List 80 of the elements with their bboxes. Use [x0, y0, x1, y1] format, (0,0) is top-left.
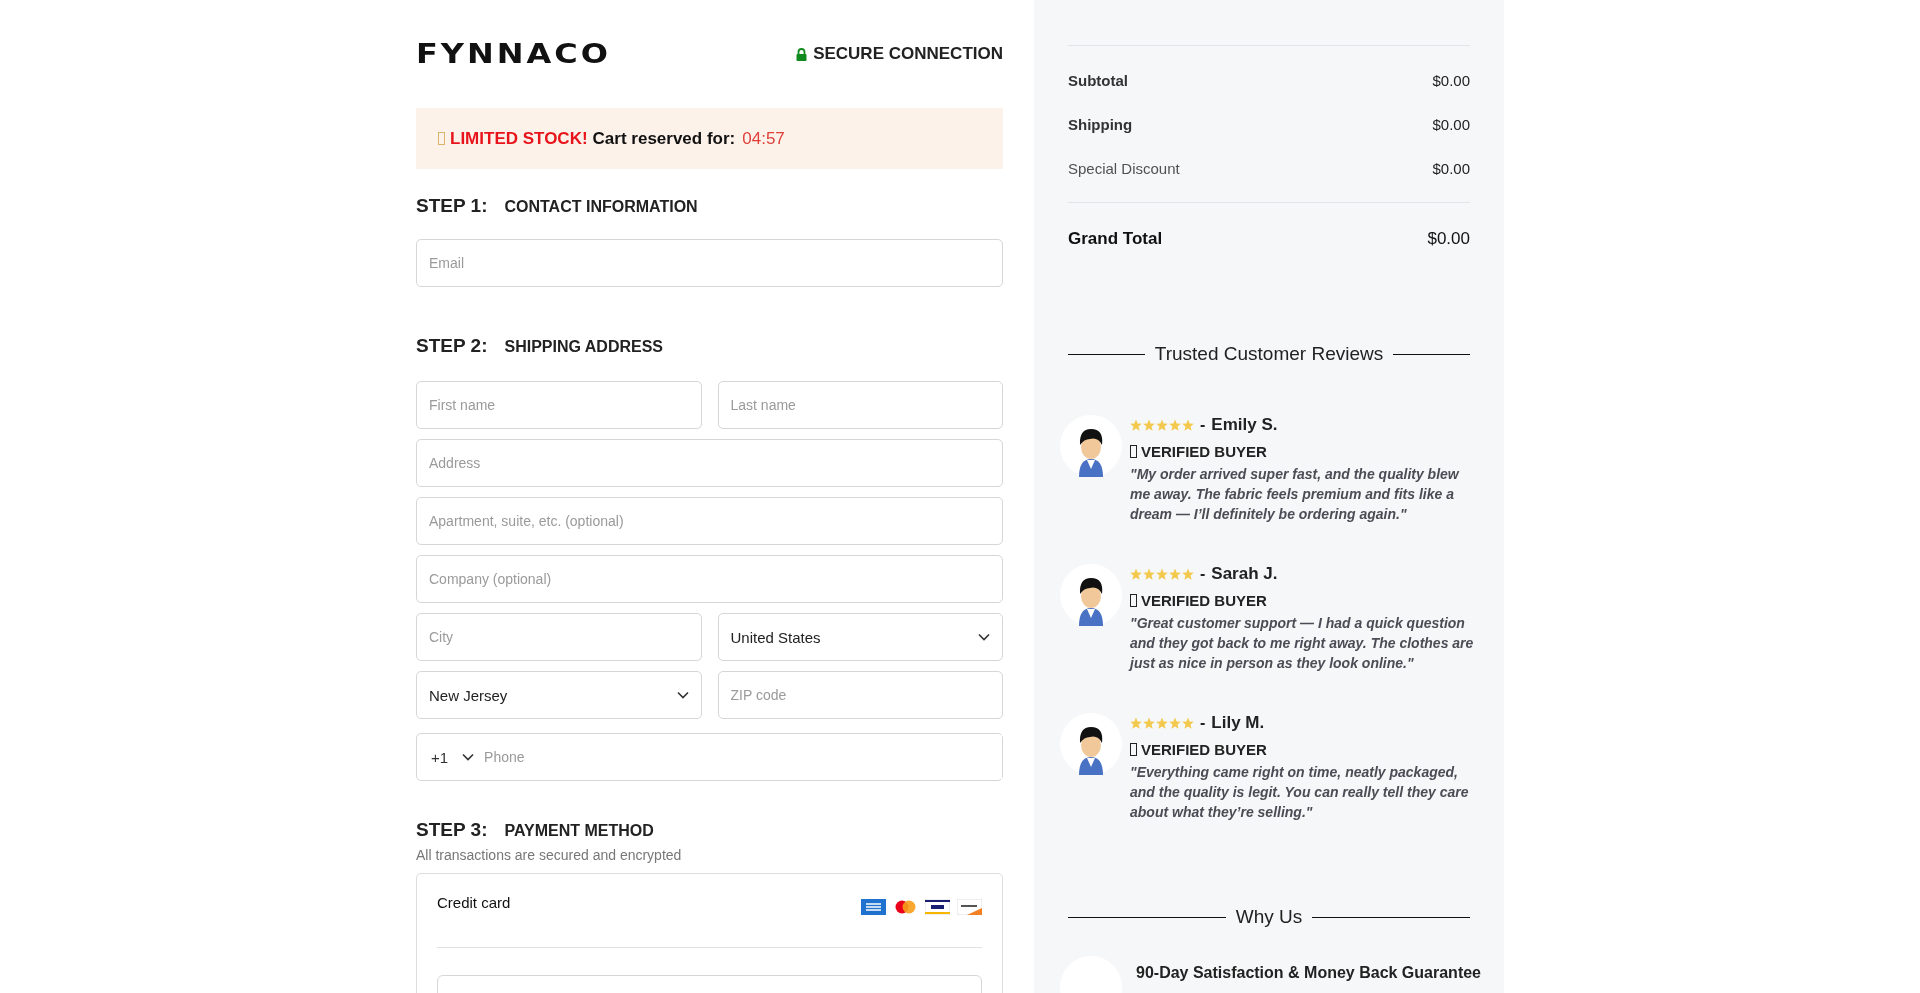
- text-field[interactable]: Address: [416, 439, 1003, 487]
- cart-reserved-label: Cart reserved for:: [592, 128, 736, 149]
- reviews-heading: Trusted Customer Reviews: [1154, 343, 1384, 365]
- text-field[interactable]: Last name: [717, 381, 1003, 429]
- star-icon: [1182, 567, 1194, 581]
- payment-note: All transactions are secured and encrypted: [416, 847, 683, 863]
- text-field[interactable]: Apartment, suite, etc. (optional): [416, 497, 1003, 545]
- step-number: STEP 3:: [416, 819, 488, 841]
- star-icon: [1143, 567, 1155, 581]
- avatar-icon: [1060, 713, 1122, 775]
- payment-method-label: Credit card: [437, 894, 511, 911]
- lock-icon: [796, 47, 808, 61]
- dropdown-value: United States: [730, 628, 821, 646]
- star-icon: [1156, 418, 1168, 432]
- star-icon: [1130, 716, 1142, 730]
- star-icon: [1169, 418, 1181, 432]
- chevron-down-icon: [676, 691, 689, 699]
- amex-card-icon: [861, 899, 886, 915]
- countdown-timer: 04:57: [742, 128, 785, 149]
- summary-label: Special Discount: [1068, 159, 1180, 177]
- text-field[interactable]: First name: [416, 381, 702, 429]
- separator-dash: -: [1200, 565, 1206, 583]
- star-icon: [1156, 567, 1168, 581]
- star-icon: [1143, 716, 1155, 730]
- separator-dash: -: [1200, 714, 1206, 732]
- star-icon: [1130, 567, 1142, 581]
- limited-stock-label: LIMITED STOCK!: [450, 128, 588, 149]
- visa-card-icon: [925, 899, 950, 915]
- glyph-icon: [1130, 743, 1137, 756]
- review-quote: "Great customer support — I had a quick question and they got back to me right away. The clothes are just as nice in person as they look online.": [1130, 614, 1475, 673]
- grand-total-label: Grand Total: [1068, 229, 1163, 249]
- dropdown-select[interactable]: New Jersey: [416, 671, 702, 719]
- avatar-icon: [1060, 564, 1122, 626]
- star-icon: [1156, 716, 1168, 730]
- reviewer-name: Emily S.: [1211, 415, 1278, 435]
- summary-label: Subtotal: [1068, 71, 1128, 89]
- summary-value: $0.00: [1432, 159, 1470, 177]
- summary-label: Shipping: [1068, 115, 1133, 133]
- summary-value: $0.00: [1432, 71, 1470, 89]
- text-field[interactable]: Email: [416, 239, 1003, 287]
- mastercard-icon: [893, 899, 918, 915]
- step-number: STEP 2:: [416, 335, 488, 357]
- glyph-icon: [438, 132, 445, 145]
- star-icon: [1169, 567, 1181, 581]
- avatar-icon: [1060, 415, 1122, 477]
- star-icon: [1182, 418, 1194, 432]
- separator-dash: -: [1200, 416, 1206, 434]
- star-icon: [1143, 418, 1155, 432]
- why-us-heading: Why Us: [1235, 906, 1303, 928]
- dropdown-select[interactable]: United States: [717, 613, 1003, 661]
- summary-value: $0.00: [1432, 115, 1470, 133]
- verified-buyer-label: VERIFIED BUYER: [1141, 741, 1267, 758]
- country-code-select[interactable]: +1: [417, 748, 483, 766]
- glyph-icon: [1130, 594, 1137, 607]
- reviewer-name: Lily M.: [1211, 713, 1265, 733]
- discover-card-icon: [957, 899, 982, 915]
- step-title: PAYMENT METHOD: [504, 822, 654, 840]
- text-field[interactable]: City: [416, 613, 702, 661]
- review-quote: "Everything came right on time, neatly packaged, and the quality is legit. You can really tell they care about what they’re selling.": [1130, 763, 1470, 822]
- verified-buyer-label: VERIFIED BUYER: [1141, 592, 1267, 609]
- step-title: CONTACT INFORMATION: [504, 198, 698, 216]
- secure-connection-label: SECURE CONNECTION: [813, 44, 1003, 64]
- verified-buyer-label: VERIFIED BUYER: [1141, 443, 1267, 460]
- star-icon: [1130, 418, 1142, 432]
- chevron-down-icon: [462, 753, 475, 761]
- star-icon: [1182, 716, 1194, 730]
- glyph-icon: [1130, 445, 1137, 458]
- step-title: SHIPPING ADDRESS: [504, 338, 663, 356]
- brand-logo: FYNNACO: [416, 37, 612, 71]
- chevron-down-icon: [978, 633, 990, 641]
- reviewer-name: Sarah J.: [1211, 564, 1278, 584]
- feature-title: 90-Day Satisfaction & Money Back Guarantee: [1136, 964, 1481, 983]
- step-number: STEP 1:: [416, 195, 488, 217]
- review-quote: "My order arrived super fast, and the quality blew me away. The fabric feels premium and fits like a dream — I’ll definitely be ordering again.": [1130, 465, 1461, 524]
- phone-field[interactable]: +1 Phone: [416, 733, 1003, 781]
- text-field[interactable]: Company (optional): [416, 555, 1003, 603]
- dropdown-value: New Jersey: [429, 686, 508, 704]
- star-icon: [1169, 716, 1181, 730]
- grand-total-value: $0.00: [1427, 229, 1470, 249]
- text-field[interactable]: ZIP code: [717, 671, 1003, 719]
